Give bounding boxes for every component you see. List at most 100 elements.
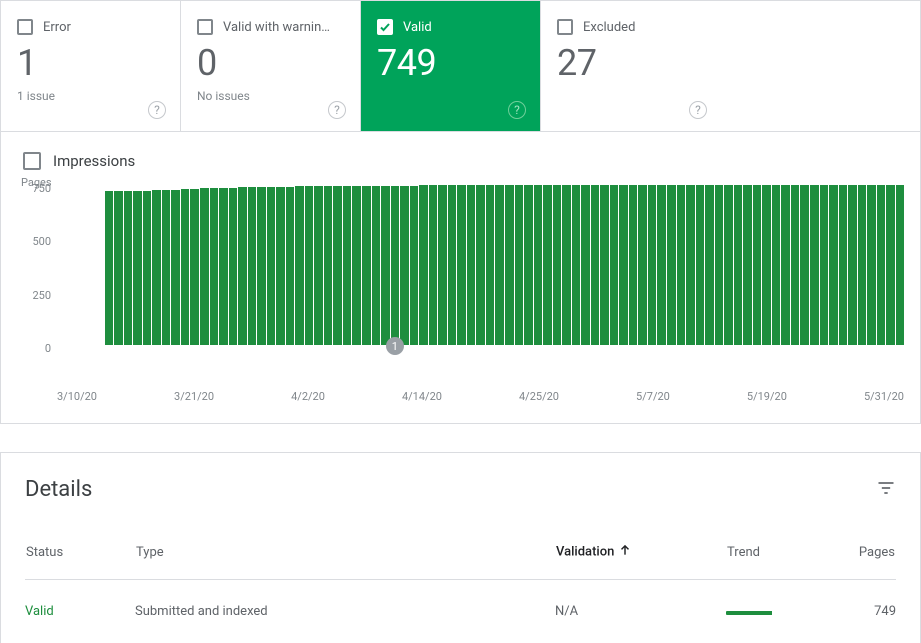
status-card-label: Excluded — [583, 20, 635, 35]
bar — [143, 191, 152, 345]
bar — [867, 185, 876, 345]
bar — [343, 186, 352, 345]
col-status[interactable]: Status — [25, 542, 135, 580]
y-tick: 0 — [45, 342, 51, 355]
y-tick: 750 — [32, 182, 51, 195]
bar — [152, 190, 161, 345]
bar — [190, 189, 199, 345]
bar — [181, 189, 190, 345]
status-card-label: Error — [43, 20, 71, 35]
bar — [171, 190, 180, 345]
y-tick: 250 — [32, 289, 51, 302]
cell-trend — [726, 580, 826, 643]
bar — [553, 185, 562, 345]
bar — [524, 185, 533, 345]
bar — [896, 185, 905, 345]
status-card-count: 0 — [197, 45, 344, 81]
status-card-excluded[interactable]: Excluded 27 ? — [541, 1, 721, 131]
status-card-valid[interactable]: Valid 749 ? — [361, 1, 541, 131]
details-table: Status Type Validation Trend Pages Val — [25, 542, 896, 643]
bar — [743, 185, 752, 345]
x-tick: 5/31/20 — [864, 390, 904, 403]
filter-icon[interactable] — [876, 478, 896, 502]
sparkline — [726, 611, 780, 615]
help-icon[interactable]: ? — [689, 101, 707, 119]
bar — [229, 188, 238, 345]
bar — [267, 187, 276, 345]
bar — [305, 186, 314, 345]
x-tick: 4/25/20 — [519, 390, 559, 403]
help-icon[interactable]: ? — [328, 101, 346, 119]
x-tick: 5/7/20 — [636, 390, 670, 403]
col-validation[interactable]: Validation — [555, 542, 726, 580]
bar — [486, 185, 495, 345]
y-tick: 500 — [32, 235, 51, 248]
x-tick: 4/14/20 — [402, 390, 442, 403]
sort-asc-icon — [618, 543, 632, 561]
bar — [686, 185, 695, 345]
chart-annotation[interactable]: 1 — [386, 337, 404, 355]
bar — [562, 185, 571, 345]
status-card-valid-with-warnings[interactable]: Valid with warnin… 0 No issues ? — [181, 1, 361, 131]
bar — [572, 185, 581, 345]
table-header-row: Status Type Validation Trend Pages — [25, 542, 896, 580]
chart-y-axis: 750 500 250 0 — [17, 178, 57, 366]
bar — [381, 186, 390, 345]
help-icon[interactable]: ? — [508, 101, 526, 119]
bar — [848, 185, 857, 345]
status-card-error[interactable]: Error 1 1 issue ? — [1, 1, 181, 131]
status-card-row: Error 1 1 issue ? Valid with warnin… 0 N… — [0, 0, 921, 131]
bar — [839, 185, 848, 345]
bar — [591, 185, 600, 345]
bar — [352, 186, 361, 345]
checkbox-icon — [17, 19, 33, 35]
checkbox-checked-icon — [377, 19, 393, 35]
bar — [619, 185, 628, 345]
checkbox-icon — [23, 152, 41, 170]
col-pages[interactable]: Pages — [826, 542, 896, 580]
bar — [362, 186, 371, 345]
cell-type: Submitted and indexed — [135, 580, 555, 643]
col-type[interactable]: Type — [135, 542, 555, 580]
bar — [600, 185, 609, 345]
cell-status: Valid — [25, 580, 135, 643]
bar — [495, 185, 504, 345]
bar — [295, 186, 304, 345]
coverage-chart-card: Impressions Pages 750 500 250 0 1 3/10/2… — [0, 131, 921, 424]
bar — [781, 185, 790, 345]
bar — [400, 186, 409, 345]
col-trend[interactable]: Trend — [726, 542, 826, 580]
bar — [419, 185, 428, 345]
bar — [753, 185, 762, 345]
chart-x-axis: 3/10/20 3/21/20 4/2/20 4/14/20 4/25/20 5… — [17, 366, 904, 403]
bar — [543, 185, 552, 345]
help-icon[interactable]: ? — [148, 101, 166, 119]
status-card-count: 749 — [377, 45, 524, 81]
details-card: Details Status Type Validation — [0, 452, 921, 643]
bar — [162, 190, 171, 345]
status-card-count: 1 — [17, 45, 164, 81]
bar — [410, 186, 419, 345]
bar — [800, 185, 809, 345]
bar — [696, 185, 705, 345]
bar — [467, 185, 476, 345]
bar — [391, 186, 400, 345]
status-card-count: 27 — [557, 45, 705, 81]
cell-pages: 749 — [826, 580, 896, 643]
bar — [219, 188, 228, 345]
impressions-toggle[interactable]: Impressions — [17, 148, 904, 186]
col-validation-label: Validation — [556, 544, 614, 559]
bar — [457, 185, 466, 345]
bar — [105, 191, 114, 345]
table-row[interactable]: Valid Submitted and indexed N/A 749 — [25, 580, 896, 643]
bar — [124, 191, 133, 345]
bar — [715, 185, 724, 345]
bar — [429, 185, 438, 345]
cell-validation: N/A — [555, 580, 726, 643]
bar — [886, 185, 895, 345]
status-card-label: Valid — [403, 20, 432, 35]
bar — [581, 185, 590, 345]
bar — [629, 185, 638, 345]
bar — [200, 188, 209, 345]
bar — [762, 185, 771, 345]
